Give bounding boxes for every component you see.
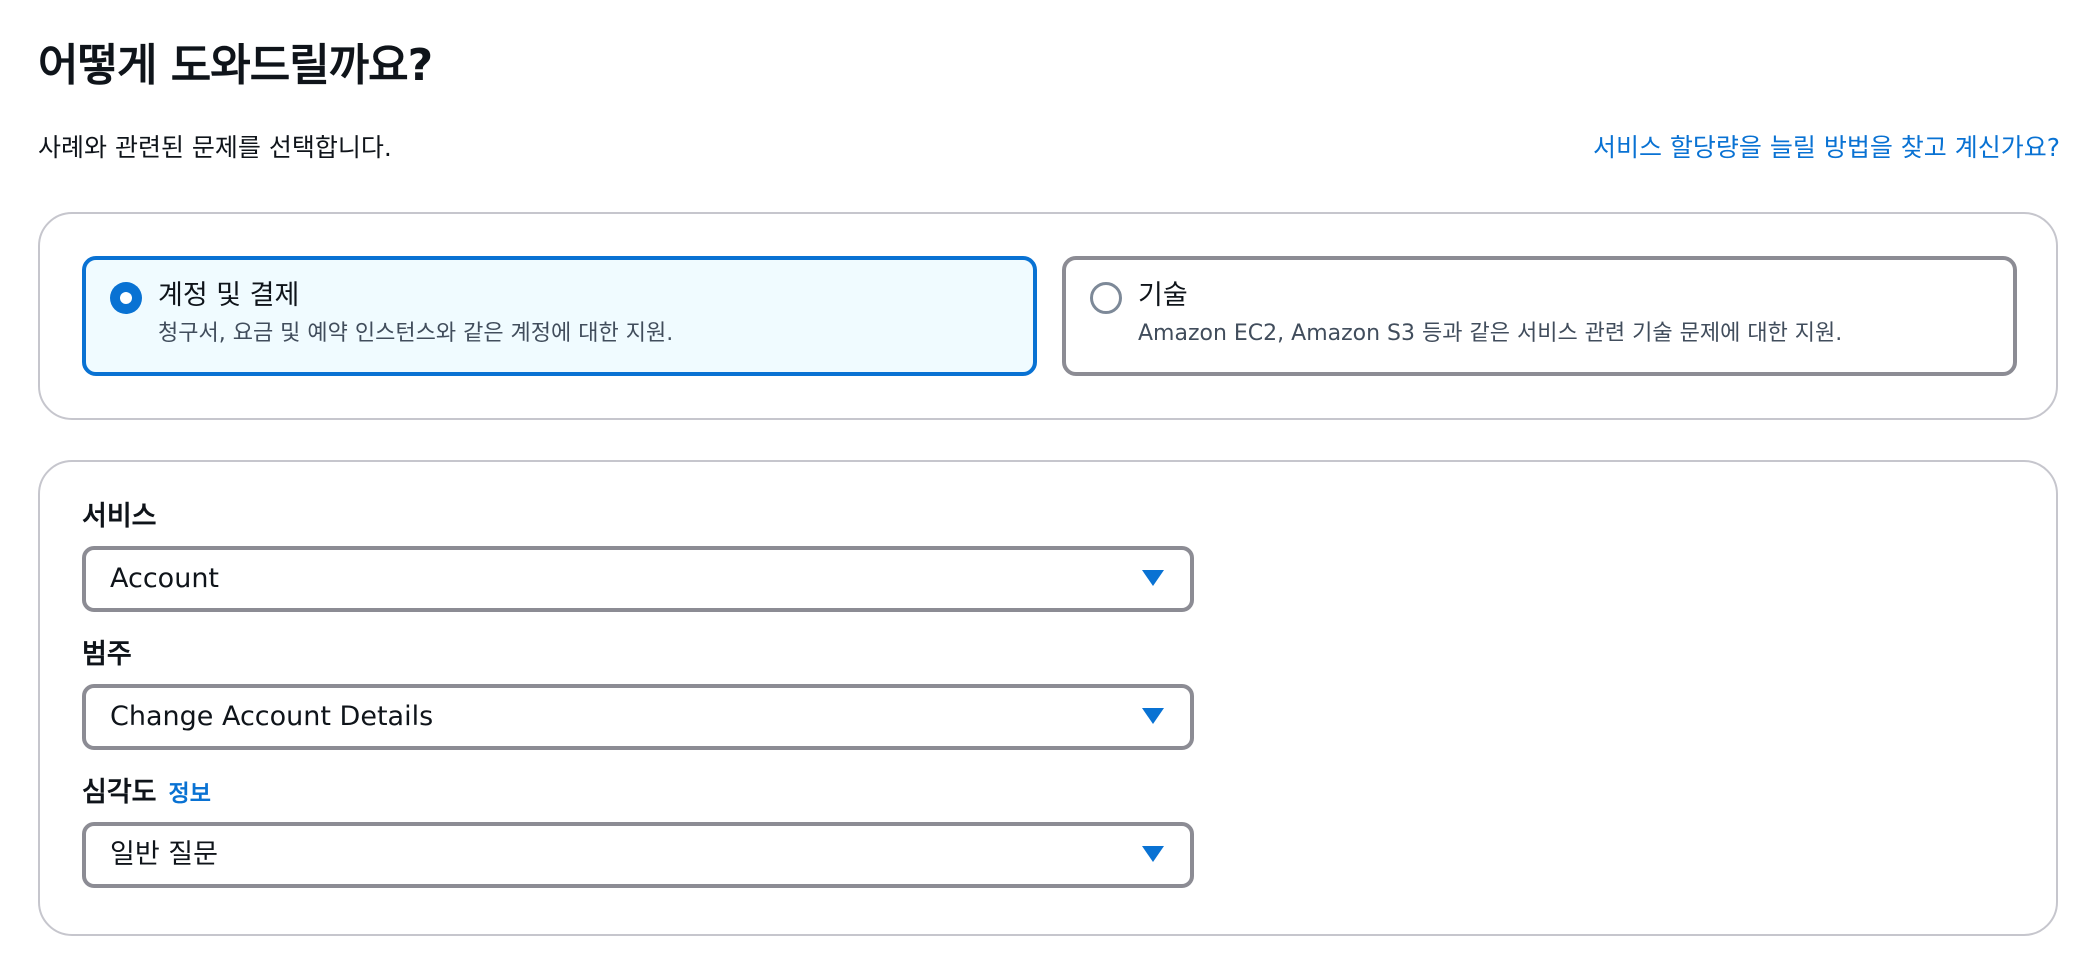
caret-down-icon — [1142, 708, 1164, 724]
service-select-value: Account — [110, 563, 220, 594]
page-title: 어떻게 도와드릴까요? — [38, 40, 433, 91]
severity-select-value: 일반 질문 — [110, 839, 218, 870]
technical-option[interactable]: 기술 Amazon EC2, Amazon S3 등과 같은 서비스 관련 기술… — [1062, 256, 2017, 376]
page-subtitle: 사례와 관련된 문제를 선택합니다. — [38, 133, 392, 162]
account-billing-description: 청구서, 요금 및 예약 인스턴스와 같은 계정에 대한 지원. — [158, 321, 674, 346]
service-label: 서비스 — [82, 501, 157, 532]
severity-select[interactable]: 일반 질문 — [82, 822, 1194, 888]
account-billing-label: 계정 및 결제 — [158, 280, 300, 311]
case-details-card: 서비스 Account 범주 Change Account Details 심각… — [38, 460, 2058, 936]
account-billing-option[interactable]: 계정 및 결제 청구서, 요금 및 예약 인스턴스와 같은 계정에 대한 지원. — [82, 256, 1037, 376]
category-select-value: Change Account Details — [110, 701, 434, 732]
service-quota-link[interactable]: 서비스 할당량을 늘릴 방법을 찾고 계신가요? — [1593, 130, 2060, 166]
severity-label-row: 심각도 정보 — [82, 774, 211, 813]
radio-checked-icon[interactable] — [110, 282, 142, 314]
severity-info-link[interactable]: 정보 — [169, 781, 211, 807]
caret-down-icon — [1142, 846, 1164, 862]
case-type-card: 계정 및 결제 청구서, 요금 및 예약 인스턴스와 같은 계정에 대한 지원.… — [38, 212, 2058, 420]
technical-description: Amazon EC2, Amazon S3 등과 같은 서비스 관련 기술 문제… — [1138, 321, 1843, 346]
technical-label: 기술 — [1138, 280, 1188, 311]
caret-down-icon — [1142, 570, 1164, 586]
radio-unchecked-icon[interactable] — [1090, 282, 1122, 314]
service-select[interactable]: Account — [82, 546, 1194, 612]
severity-label: 심각도 — [82, 777, 157, 808]
category-label: 범주 — [82, 639, 132, 670]
category-select[interactable]: Change Account Details — [82, 684, 1194, 750]
